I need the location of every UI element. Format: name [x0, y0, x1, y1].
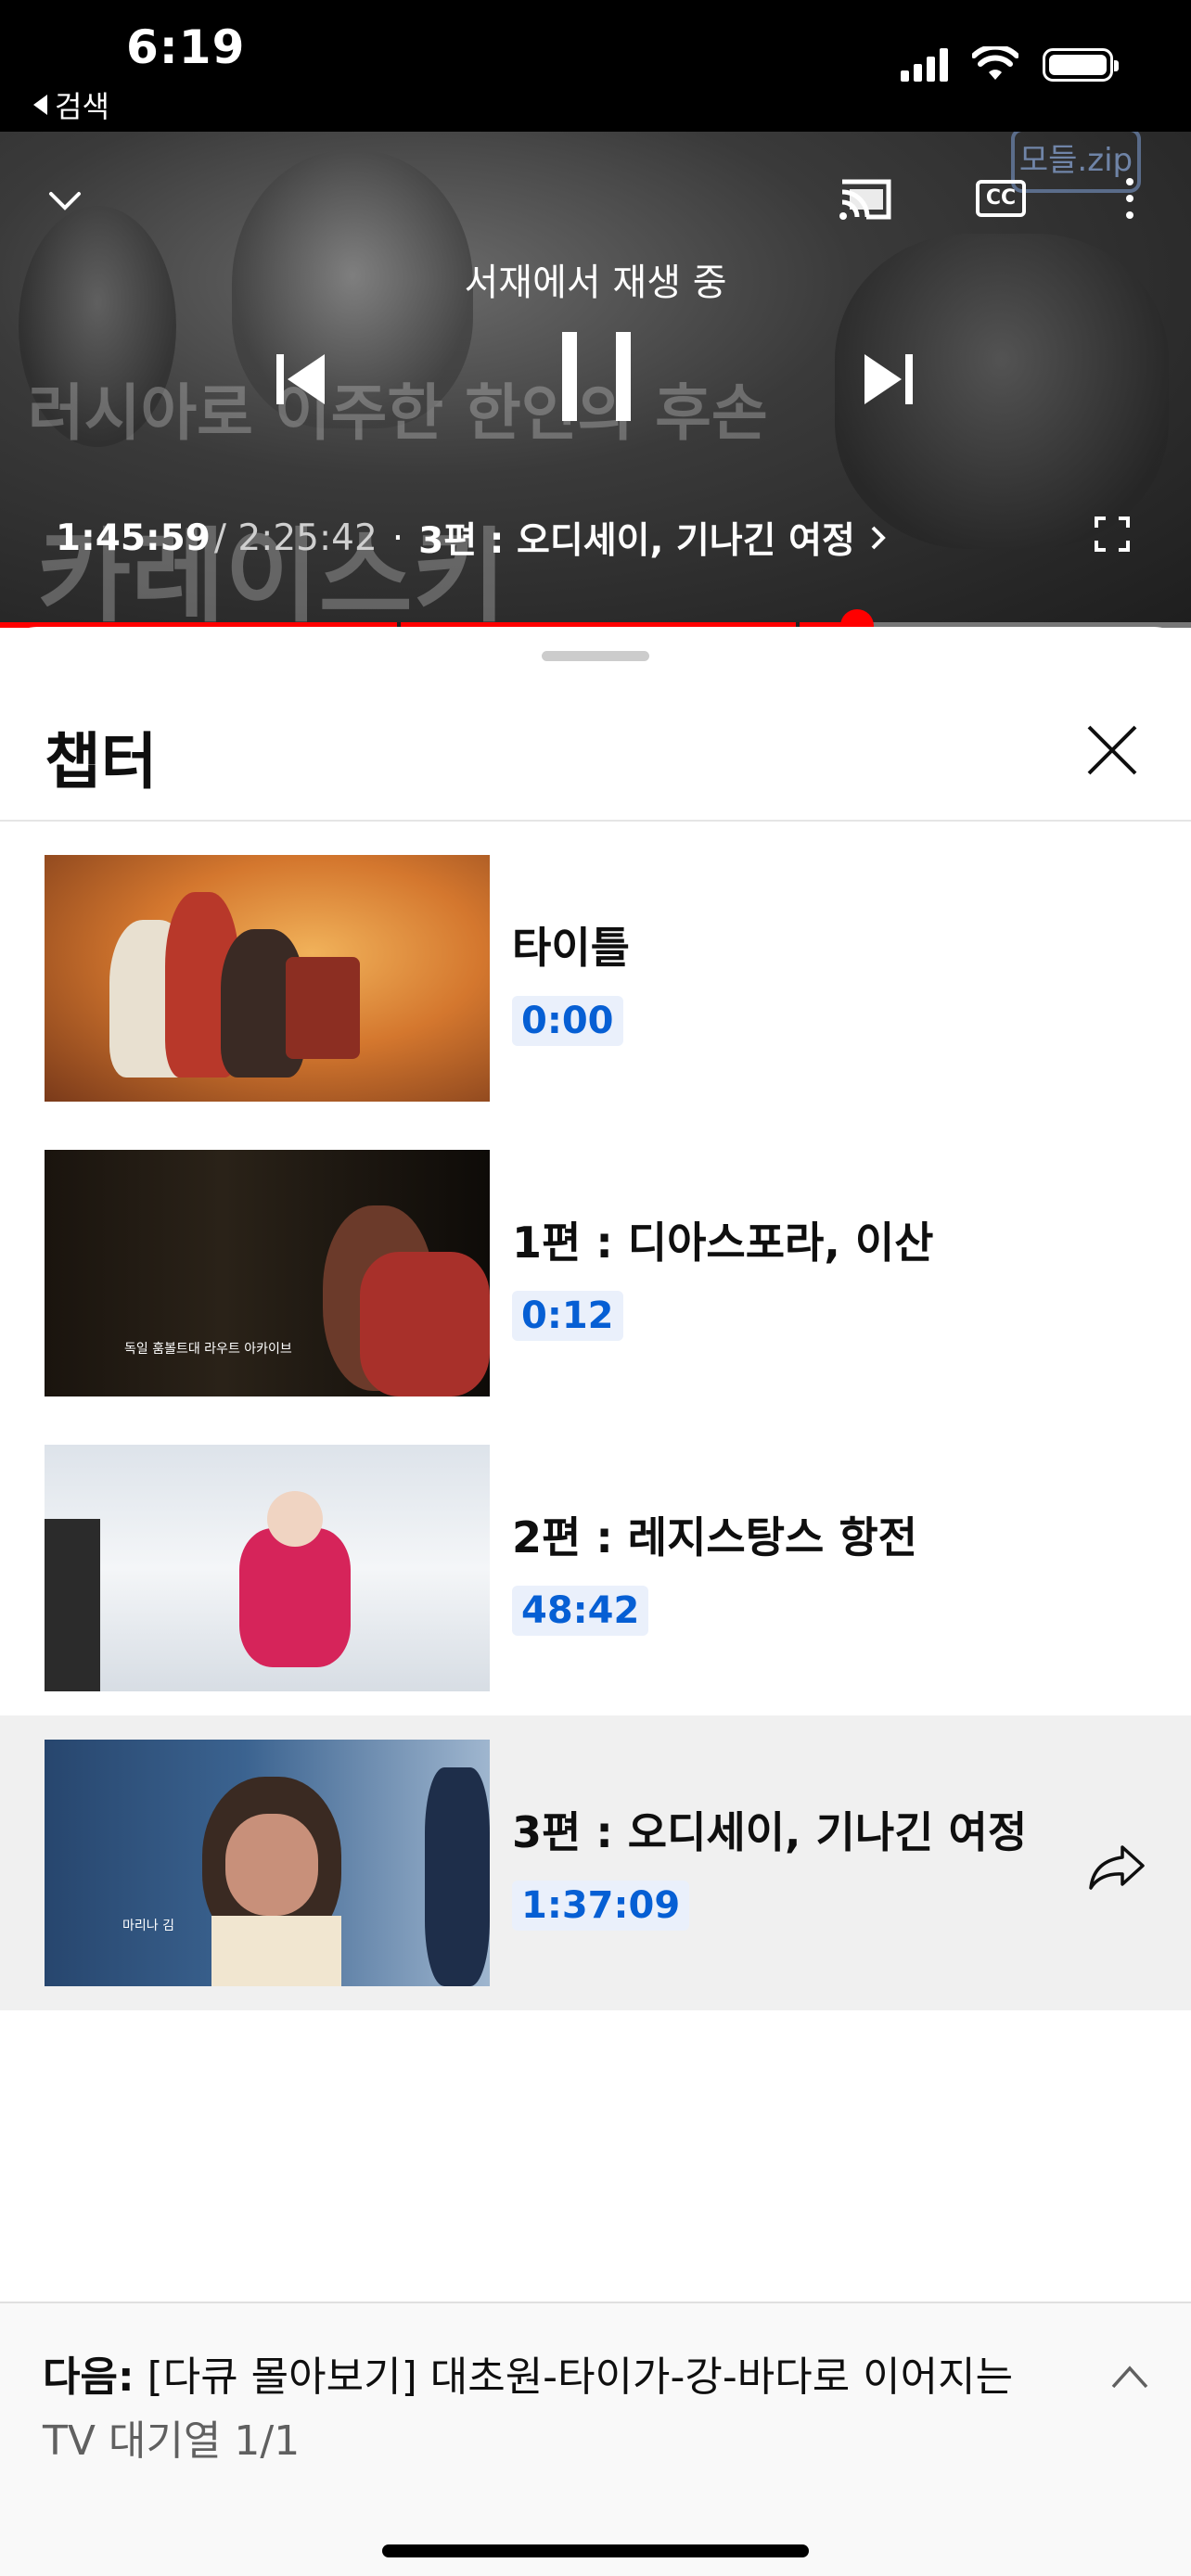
cellular-signal-icon — [901, 48, 948, 82]
scene-logo: 모들.zip — [1011, 132, 1141, 193]
scrubber-handle[interactable] — [840, 609, 875, 628]
total-time: / 2:25:42 — [213, 516, 378, 559]
chapters-sheet: 챕터 타이틀 0:00 독일 훔볼트대 라우트 아카이브 1편: 디아스포라,… — [0, 627, 1191, 2576]
chapter-item-active[interactable]: 마리나 김 3편 : 오디세이, 기나긴 여정 1:37:09 — [0, 1715, 1191, 2010]
separator: · — [391, 516, 404, 559]
chapter-thumbnail: 마리나 김 — [45, 1740, 490, 1986]
chapter-timestamp[interactable]: 0:00 — [512, 996, 623, 1046]
chapter-thumbnail: 독일 훔볼트대 라우트 아카이브 — [45, 1150, 490, 1396]
up-next-text: 다음: [다큐 몰아보기] 대초원-타이가-강-바다로 이어지는 — [43, 2344, 1082, 2411]
previous-icon[interactable] — [275, 352, 327, 406]
share-icon[interactable] — [1087, 1842, 1146, 1892]
video-player[interactable]: 모들.zip 러시아로 이주한 한인의 후손 카레이스키 CC 서재에서 재생 … — [0, 132, 1191, 628]
chevron-right-icon — [871, 526, 886, 550]
status-bar: 6:19 검색 — [0, 0, 1191, 132]
scene-caption: 러시아로 이주한 한인의 후손 — [28, 377, 768, 449]
chapter-thumbnail — [45, 855, 490, 1102]
current-time: 1:45:59 — [56, 516, 211, 559]
fullscreen-icon[interactable] — [1095, 516, 1130, 552]
thumb-caption: 독일 훔볼트대 라우트 아카이브 — [124, 1342, 292, 1357]
chapter-timestamp[interactable]: 48:42 — [512, 1586, 649, 1636]
chapter-title: 3편 : 오디세이, 기나긴 여정 — [512, 1807, 1028, 1857]
chapter-list: 타이틀 0:00 독일 훔볼트대 라우트 아카이브 1편 : 디아스포라, 이산… — [0, 831, 1191, 2010]
divider — [0, 820, 1191, 822]
close-icon[interactable] — [1085, 723, 1139, 777]
chapter-title: 타이틀 — [512, 923, 630, 973]
status-time: 6:19 — [126, 20, 246, 74]
wifi-icon — [972, 46, 1018, 80]
chapter-timestamp[interactable]: 1:37:09 — [512, 1881, 690, 1931]
chapter-title: 2편 : 레지스탕스 항전 — [512, 1512, 918, 1562]
pause-button[interactable] — [562, 332, 631, 421]
more-options-icon[interactable] — [1126, 178, 1133, 219]
up-next-label: 다음: — [43, 2353, 134, 2401]
status-icons — [901, 46, 1119, 82]
next-icon[interactable] — [863, 352, 915, 406]
chapter-item[interactable]: 독일 훔볼트대 라우트 아카이브 1편 : 디아스포라, 이산 0:12 — [0, 1126, 1191, 1421]
chapter-timestamp[interactable]: 0:12 — [512, 1291, 623, 1341]
chapter-item[interactable]: 2편 : 레지스탕스 항전 48:42 — [0, 1421, 1191, 1715]
back-label: 검색 — [55, 89, 109, 124]
minimize-chevron-icon[interactable] — [48, 184, 82, 217]
chapter-title: 1편 : 디아스포라, 이산 — [512, 1218, 934, 1268]
chapter-thumbnail — [45, 1445, 490, 1691]
home-indicator[interactable] — [382, 2544, 809, 2557]
sheet-title: 챕터 — [45, 726, 158, 797]
chapter-item[interactable]: 타이틀 0:00 — [0, 831, 1191, 1126]
battery-icon — [1043, 48, 1119, 82]
back-to-search[interactable]: 검색 — [33, 83, 109, 126]
cast-icon[interactable] — [837, 176, 894, 223]
back-triangle-icon — [33, 95, 47, 115]
up-next-title: [다큐 몰아보기] 대초원-타이가-강-바다로 이어지는 — [147, 2353, 1014, 2401]
drag-handle[interactable] — [542, 651, 649, 661]
time-and-chapter-row[interactable]: 1:45:59 / 2:25:42 · 3편 : 오디세이, 기나긴 여정 — [56, 512, 887, 564]
thumb-caption: 마리나 김 — [122, 1919, 174, 1933]
playing-on-label: 서재에서 재생 중 — [464, 261, 727, 304]
current-chapter-title: 3편 : 오디세이, 기나긴 여정 — [418, 520, 855, 562]
up-next-bar[interactable]: 다음: [다큐 몰아보기] 대초원-타이가-강-바다로 이어지는 TV 대기열 … — [0, 2302, 1191, 2576]
queue-status: TV 대기열 1/1 — [43, 2417, 301, 2465]
captions-button[interactable]: CC — [976, 180, 1026, 217]
chevron-up-icon[interactable] — [1109, 2363, 1150, 2391]
